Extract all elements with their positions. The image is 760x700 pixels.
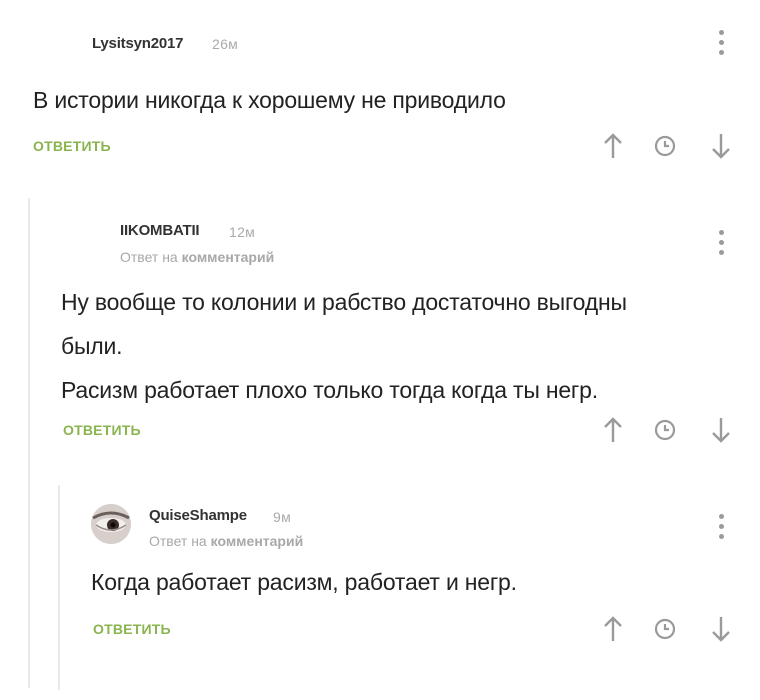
- reply-button[interactable]: ОТВЕТИТЬ: [93, 621, 171, 637]
- avatar[interactable]: [91, 504, 131, 544]
- arrow-up-icon[interactable]: [602, 615, 624, 643]
- more-vertical-icon[interactable]: [711, 28, 731, 58]
- reply-to-info: Ответ на комментарий: [149, 533, 303, 549]
- arrow-down-icon[interactable]: [710, 416, 732, 444]
- more-vertical-icon[interactable]: [711, 228, 731, 258]
- reply-to-link[interactable]: комментарий: [211, 533, 304, 549]
- comment-author[interactable]: QuiseShampe: [149, 507, 247, 524]
- comment-time: 26м: [212, 36, 239, 52]
- reply-button[interactable]: ОТВЕТИТЬ: [63, 422, 141, 438]
- reply-to-link[interactable]: комментарий: [182, 249, 275, 265]
- comment-text-line: были.: [61, 333, 123, 359]
- eye-avatar-image: [91, 504, 131, 544]
- clock-icon[interactable]: [653, 418, 677, 442]
- reply-to-prefix: Ответ на: [149, 533, 207, 549]
- clock-icon[interactable]: [653, 617, 677, 641]
- comment-author[interactable]: Lysitsyn2017: [92, 35, 183, 52]
- comment-text-line: В истории никогда к хорошему не приводил…: [33, 87, 506, 113]
- comment-text-line: Ну вообще то колонии и рабство достаточн…: [61, 289, 627, 315]
- comment-time: 9м: [273, 509, 292, 525]
- thread-line-level-1: [28, 198, 30, 688]
- more-vertical-icon[interactable]: [711, 512, 731, 542]
- arrow-up-icon[interactable]: [602, 416, 624, 444]
- comment-author[interactable]: IIKOMBATII: [120, 222, 200, 239]
- reply-to-prefix: Ответ на: [120, 249, 178, 265]
- arrow-down-icon[interactable]: [710, 615, 732, 643]
- comment-text-line: Когда работает расизм, работает и негр.: [91, 569, 517, 595]
- thread-line-level-2: [58, 485, 60, 690]
- reply-button[interactable]: ОТВЕТИТЬ: [33, 138, 111, 154]
- reply-to-info: Ответ на комментарий: [120, 249, 274, 265]
- comment-time: 12м: [229, 224, 256, 240]
- comment-text-line: Расизм работает плохо только тогда когда…: [61, 377, 598, 403]
- arrow-down-icon[interactable]: [710, 132, 732, 160]
- clock-icon[interactable]: [653, 134, 677, 158]
- arrow-up-icon[interactable]: [602, 132, 624, 160]
- comment-text: Ну вообще то колонии и рабство достаточн…: [61, 282, 627, 410]
